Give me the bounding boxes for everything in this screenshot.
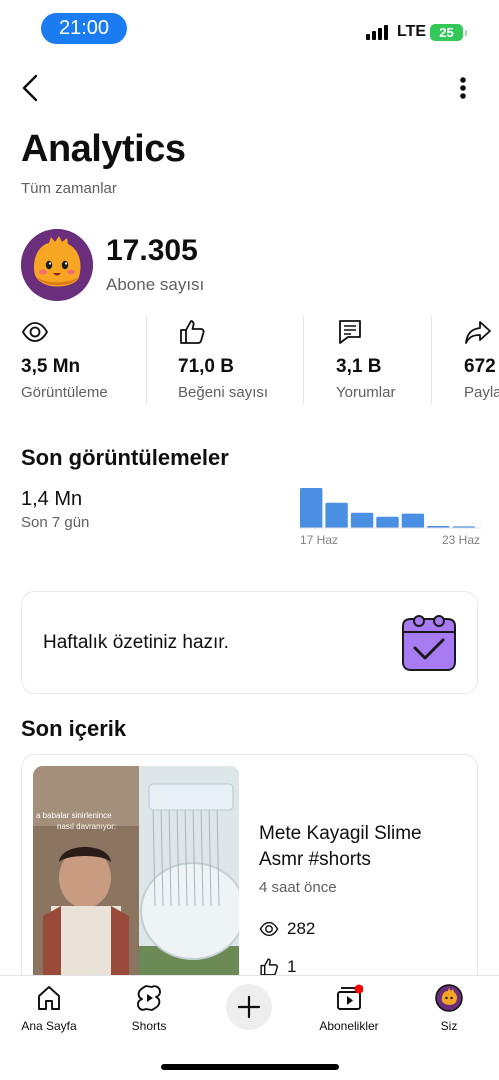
video-thumbnail[interactable]: a babalar sinirlenince nasıl davranıyor:	[33, 766, 239, 993]
nav-subscriptions[interactable]: Abonelikler	[309, 984, 389, 1033]
status-time: 21:00	[41, 13, 127, 44]
recent-views-value: 1,4 Mn	[21, 488, 83, 510]
divider	[146, 316, 147, 404]
chart-bar	[350, 512, 374, 528]
nav-label: Siz	[440, 1019, 458, 1033]
metric-value: 672	[464, 356, 496, 377]
metric-label: Beğeni sayısı	[178, 384, 269, 401]
network-type: LTE	[397, 23, 427, 40]
home-indicator	[161, 1064, 339, 1070]
page-title: Analytics	[21, 128, 186, 170]
recent-video-card[interactable]: a babalar sinirlenince nasıl davranıyor: …	[21, 754, 478, 994]
chevron-left-icon	[22, 74, 38, 102]
battery-icon: 25	[430, 24, 467, 41]
thumbs-up-icon	[180, 320, 205, 344]
eye-icon	[259, 921, 279, 937]
status-bar: 21:00 LTE 25	[0, 0, 499, 56]
bottom-navigation: Ana Sayfa Shorts Abonelikler Siz	[0, 975, 499, 1080]
metric-label: Görüntüleme	[21, 384, 108, 401]
weekly-summary-text: Haftalık özetiniz hazır.	[43, 632, 229, 653]
video-views-stat: 282	[259, 919, 315, 939]
video-title[interactable]: Mete Kayagil Slime Asmr #shorts	[259, 821, 469, 873]
create-button[interactable]	[226, 984, 272, 1030]
eye-icon	[21, 322, 49, 342]
plus-icon	[237, 995, 261, 1019]
video-views: 282	[287, 919, 316, 938]
date-range-label: Tüm zamanlar	[21, 180, 117, 197]
views-bar-chart[interactable]: 17 Haz 23 Haz	[299, 480, 481, 550]
nav-shorts[interactable]: Shorts	[109, 984, 189, 1033]
comment-icon	[339, 320, 361, 344]
home-icon	[38, 986, 60, 1010]
channel-avatar	[21, 229, 93, 301]
thumbnail-image: a babalar sinirlenince nasıl davranıyor:	[33, 766, 239, 993]
shorts-icon	[137, 985, 161, 1011]
metric-label: Paylaşımlar	[464, 384, 499, 401]
recent-views-title: Son görüntülemeler	[21, 445, 229, 470]
thumbs-up-icon	[260, 958, 279, 976]
nav-home[interactable]: Ana Sayfa	[9, 984, 89, 1033]
subscriptions-icon	[337, 984, 363, 1010]
weekly-summary-card[interactable]: Haftalık özetiniz hazır.	[21, 591, 478, 694]
video-likes: 1	[287, 957, 297, 976]
recent-content-title: Son içerik	[21, 716, 127, 741]
back-button[interactable]	[16, 70, 48, 106]
subscriber-label: Abone sayısı	[106, 275, 205, 294]
video-likes-stat: 1	[259, 957, 296, 977]
nav-label: Abonelikler	[319, 1019, 379, 1033]
metrics-row: 3,5 Mn Görüntüleme 71,0 B Beğeni sayısı …	[0, 316, 499, 404]
chart-bar	[325, 502, 348, 528]
more-options-button[interactable]	[452, 74, 474, 104]
recent-views-period: Son 7 gün	[21, 514, 90, 531]
metric-value: 3,5 Mn	[21, 356, 81, 377]
divider	[431, 316, 432, 404]
chart-bar	[401, 513, 425, 528]
video-time-ago: 4 saat önce	[259, 879, 337, 896]
metric-label: Yorumlar	[336, 384, 396, 401]
chart-tick-label: 17 Haz	[300, 533, 338, 547]
calendar-check-icon	[402, 615, 456, 671]
more-vertical-icon	[460, 77, 466, 99]
nav-label: Shorts	[131, 1019, 167, 1033]
divider	[303, 316, 304, 404]
subscriber-count: 17.305	[106, 234, 198, 267]
signal-icon	[366, 24, 388, 40]
avatar-mascot-icon	[21, 229, 93, 301]
nav-label: Ana Sayfa	[21, 1019, 77, 1033]
nav-you[interactable]: Siz	[409, 984, 489, 1033]
share-icon	[465, 321, 491, 344]
metric-value: 71,0 B	[178, 356, 234, 377]
chart-bar	[376, 516, 399, 528]
battery-level: 25	[439, 25, 454, 40]
chart-bar	[300, 488, 323, 528]
avatar-icon	[435, 984, 463, 1012]
metric-value: 3,1 B	[336, 356, 382, 377]
chart-tick-label: 23 Haz	[442, 533, 480, 547]
